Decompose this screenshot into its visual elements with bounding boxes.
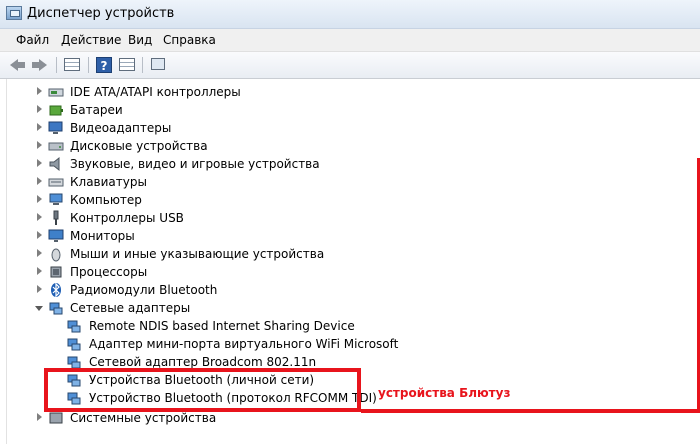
title-bar: Диспетчер устройств	[0, 0, 700, 29]
speaker-icon	[49, 156, 60, 172]
annotation-label: устройства Блютуз	[378, 386, 511, 400]
network-adapter-icon	[67, 338, 81, 351]
network-adapter-icon	[67, 320, 81, 333]
tree-category-label: IDE ATA/ATAPI контроллеры	[70, 85, 241, 99]
tree-category-label: Дисковые устройства	[70, 139, 208, 153]
tree-category-label: Процессоры	[70, 265, 148, 279]
scan-hardware-icon	[151, 58, 165, 70]
tree-category-label: Радиомодули Bluetooth	[70, 283, 218, 297]
collapse-arrow-icon[interactable]	[35, 306, 43, 311]
tree-category[interactable]: Контроллеры USB	[7, 209, 697, 227]
tree-category[interactable]: Клавиатуры	[7, 173, 697, 191]
device-manager-icon	[6, 6, 22, 20]
tree-device-label: Remote NDIS based Internet Sharing Devic…	[89, 319, 355, 333]
computer-icon	[49, 193, 63, 205]
window-title: Диспетчер устройств	[27, 6, 175, 21]
back-arrow-icon	[10, 59, 18, 71]
tree-category-label: Видеоадаптеры	[70, 121, 172, 135]
tree-category-label: Клавиатуры	[70, 175, 147, 189]
help-icon: ?	[96, 57, 112, 73]
console-tree-icon	[64, 58, 80, 71]
bluetooth-highlight-box	[44, 368, 361, 412]
processor-icon	[50, 266, 62, 278]
expand-arrow-icon[interactable]	[37, 413, 42, 421]
expand-arrow-icon[interactable]	[37, 195, 42, 203]
tree-device-label: Адаптер мини-порта виртуального WiFi Mic…	[89, 337, 399, 351]
network-adapter-icon	[49, 302, 63, 315]
tree-category-label: Мыши и иные указывающие устройства	[70, 247, 325, 261]
scan-hardware-button[interactable]	[149, 56, 169, 74]
show-hide-tree-button[interactable]	[63, 56, 83, 74]
properties-button[interactable]	[118, 56, 138, 74]
forward-arrow-icon	[39, 59, 47, 71]
tree-device[interactable]: Remote NDIS based Internet Sharing Devic…	[7, 317, 697, 335]
tree-category-label: Батареи	[70, 103, 123, 117]
tree-category[interactable]: Процессоры	[7, 263, 697, 281]
battery-icon	[49, 105, 63, 116]
system-device-icon	[49, 412, 63, 424]
tree-category-label: Сетевые адаптеры	[70, 301, 191, 315]
tree-category-label: Системные устройства	[70, 411, 217, 425]
tree-category[interactable]: Мыши и иные указывающие устройства	[7, 245, 697, 263]
help-button[interactable]: ?	[95, 56, 115, 74]
expand-arrow-icon[interactable]	[37, 141, 42, 149]
expand-arrow-icon[interactable]	[37, 285, 42, 293]
tree-category[interactable]: Звуковые, видео и игровые устройства	[7, 155, 697, 173]
tree-device[interactable]: Адаптер мини-порта виртуального WiFi Mic…	[7, 335, 697, 353]
ide-controller-icon	[48, 88, 64, 97]
expand-arrow-icon[interactable]	[37, 177, 42, 185]
expand-arrow-icon[interactable]	[37, 267, 42, 275]
expand-arrow-icon[interactable]	[37, 105, 42, 113]
toolbar: ?	[0, 52, 700, 79]
properties-icon	[119, 58, 135, 71]
tree-category-label: Контроллеры USB	[70, 211, 184, 225]
menu-bar: Файл Действие Вид Справка	[0, 29, 700, 52]
menu-view[interactable]: Вид	[128, 33, 152, 47]
tree-category[interactable]: Мониторы	[7, 227, 697, 245]
expand-arrow-icon[interactable]	[37, 123, 42, 131]
tree-category[interactable]: IDE ATA/ATAPI контроллеры	[7, 83, 697, 101]
expand-arrow-icon[interactable]	[37, 87, 42, 95]
annotation-line	[361, 409, 700, 413]
mouse-icon	[51, 248, 61, 262]
expand-arrow-icon[interactable]	[37, 159, 42, 167]
keyboard-icon	[48, 178, 64, 187]
expand-arrow-icon[interactable]	[37, 231, 42, 239]
display-adapter-icon	[48, 121, 63, 134]
tree-category[interactable]: Видеоадаптеры	[7, 119, 697, 137]
tree-device-label: Сетевой адаптер Broadcom 802.11n	[89, 355, 317, 369]
usb-icon	[53, 210, 59, 225]
menu-action[interactable]: Действие	[61, 33, 121, 47]
tree-category-label: Звуковые, видео и игровые устройства	[70, 157, 320, 171]
forward-button[interactable]	[30, 56, 50, 74]
tree-category[interactable]: Дисковые устройства	[7, 137, 697, 155]
tree-category[interactable]: Радиомодули Bluetooth	[7, 281, 697, 299]
tree-category-label: Компьютер	[70, 193, 142, 207]
tree-category-expanded[interactable]: Сетевые адаптеры	[7, 299, 697, 317]
menu-help[interactable]: Справка	[163, 33, 216, 47]
disk-drive-icon	[48, 142, 64, 151]
back-button[interactable]	[8, 56, 28, 74]
monitor-icon	[48, 229, 64, 242]
tree-category-label: Мониторы	[70, 229, 135, 243]
expand-arrow-icon[interactable]	[37, 213, 42, 221]
bluetooth-icon	[51, 282, 61, 298]
device-tree: IDE ATA/ATAPI контроллеры Батареи Видеоа…	[6, 79, 700, 444]
tree-category[interactable]: Компьютер	[7, 191, 697, 209]
menu-file[interactable]: Файл	[16, 33, 49, 47]
expand-arrow-icon[interactable]	[37, 249, 42, 257]
tree-category[interactable]: Батареи	[7, 101, 697, 119]
